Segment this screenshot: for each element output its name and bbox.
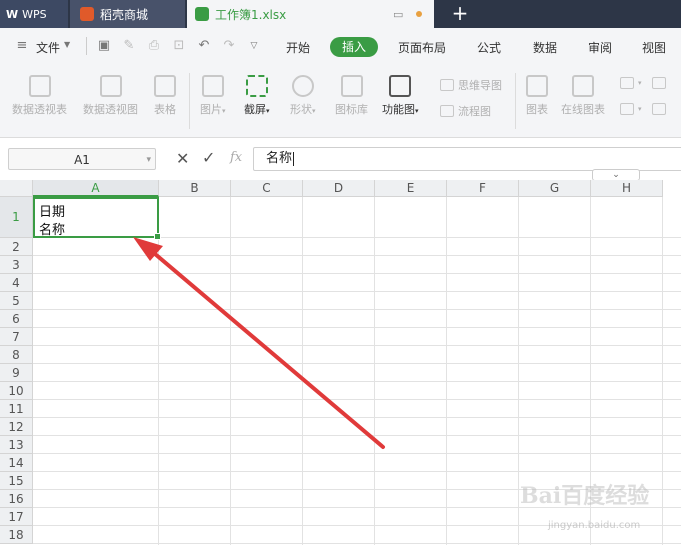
arrow-shaft — [146, 246, 385, 449]
watermark-logo: Bai百度经验 — [520, 483, 650, 509]
watermark-url: jingyan.baidu.com — [548, 520, 641, 531]
annotation-arrow — [133, 237, 385, 449]
